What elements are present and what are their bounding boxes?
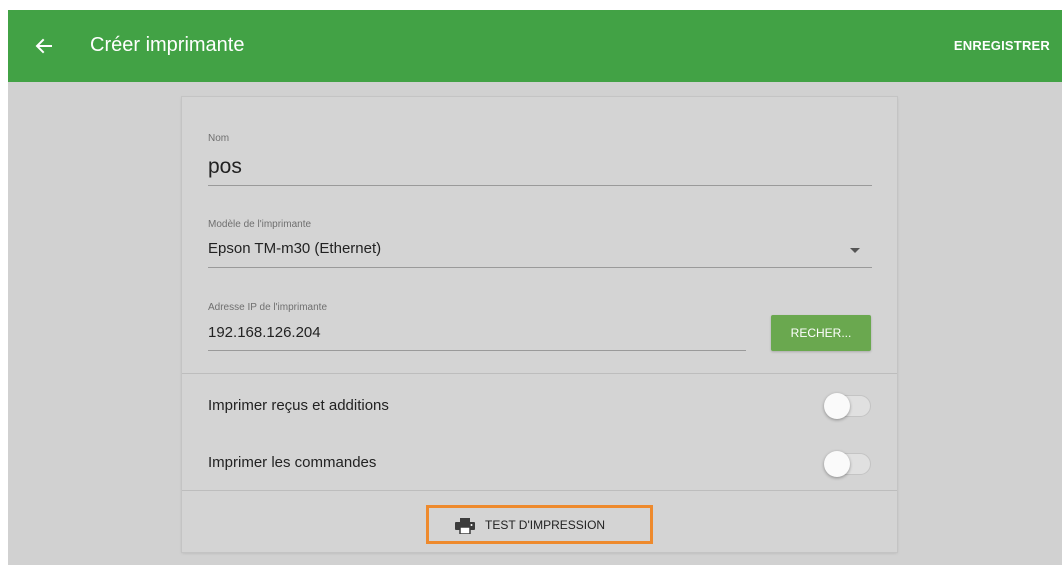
ip-field[interactable]: 192.168.126.204 <box>208 324 321 341</box>
app-window: Créer imprimante ENREGISTRER Nom pos Mod… <box>8 10 1062 565</box>
toggle-knob <box>824 451 850 477</box>
name-field-underline <box>208 185 872 186</box>
divider <box>182 373 897 374</box>
page-title: Créer imprimante <box>90 34 245 56</box>
toggle-knob <box>824 393 850 419</box>
printer-form-card: Nom pos Modèle de l'imprimante Epson TM-… <box>182 97 897 552</box>
model-select-label: Modèle de l'imprimante <box>208 219 312 230</box>
name-field[interactable]: pos <box>208 155 242 179</box>
printer-icon <box>455 518 475 534</box>
test-print-button[interactable]: TEST D'IMPRESSION <box>426 505 653 544</box>
ip-field-underline <box>208 350 746 351</box>
top-app-bar: Créer imprimante ENREGISTRER <box>8 10 1062 82</box>
chevron-down-icon[interactable] <box>850 248 860 253</box>
print-orders-toggle[interactable] <box>824 451 871 477</box>
divider <box>182 490 897 491</box>
print-orders-label: Imprimer les commandes <box>208 454 377 471</box>
model-select-underline <box>208 267 872 268</box>
test-print-label: TEST D'IMPRESSION <box>485 518 606 532</box>
back-button[interactable] <box>30 32 58 60</box>
ip-field-label: Adresse IP de l'imprimante <box>208 302 327 313</box>
save-button[interactable]: ENREGISTRER <box>954 38 1050 53</box>
model-select[interactable]: Epson TM-m30 (Ethernet) <box>208 240 381 257</box>
search-printer-button[interactable]: RECHER... <box>771 315 871 351</box>
print-receipts-label: Imprimer reçus et additions <box>208 397 389 414</box>
name-field-label: Nom <box>208 133 230 144</box>
print-receipts-toggle[interactable] <box>824 393 871 419</box>
arrow-left-icon <box>35 38 52 54</box>
